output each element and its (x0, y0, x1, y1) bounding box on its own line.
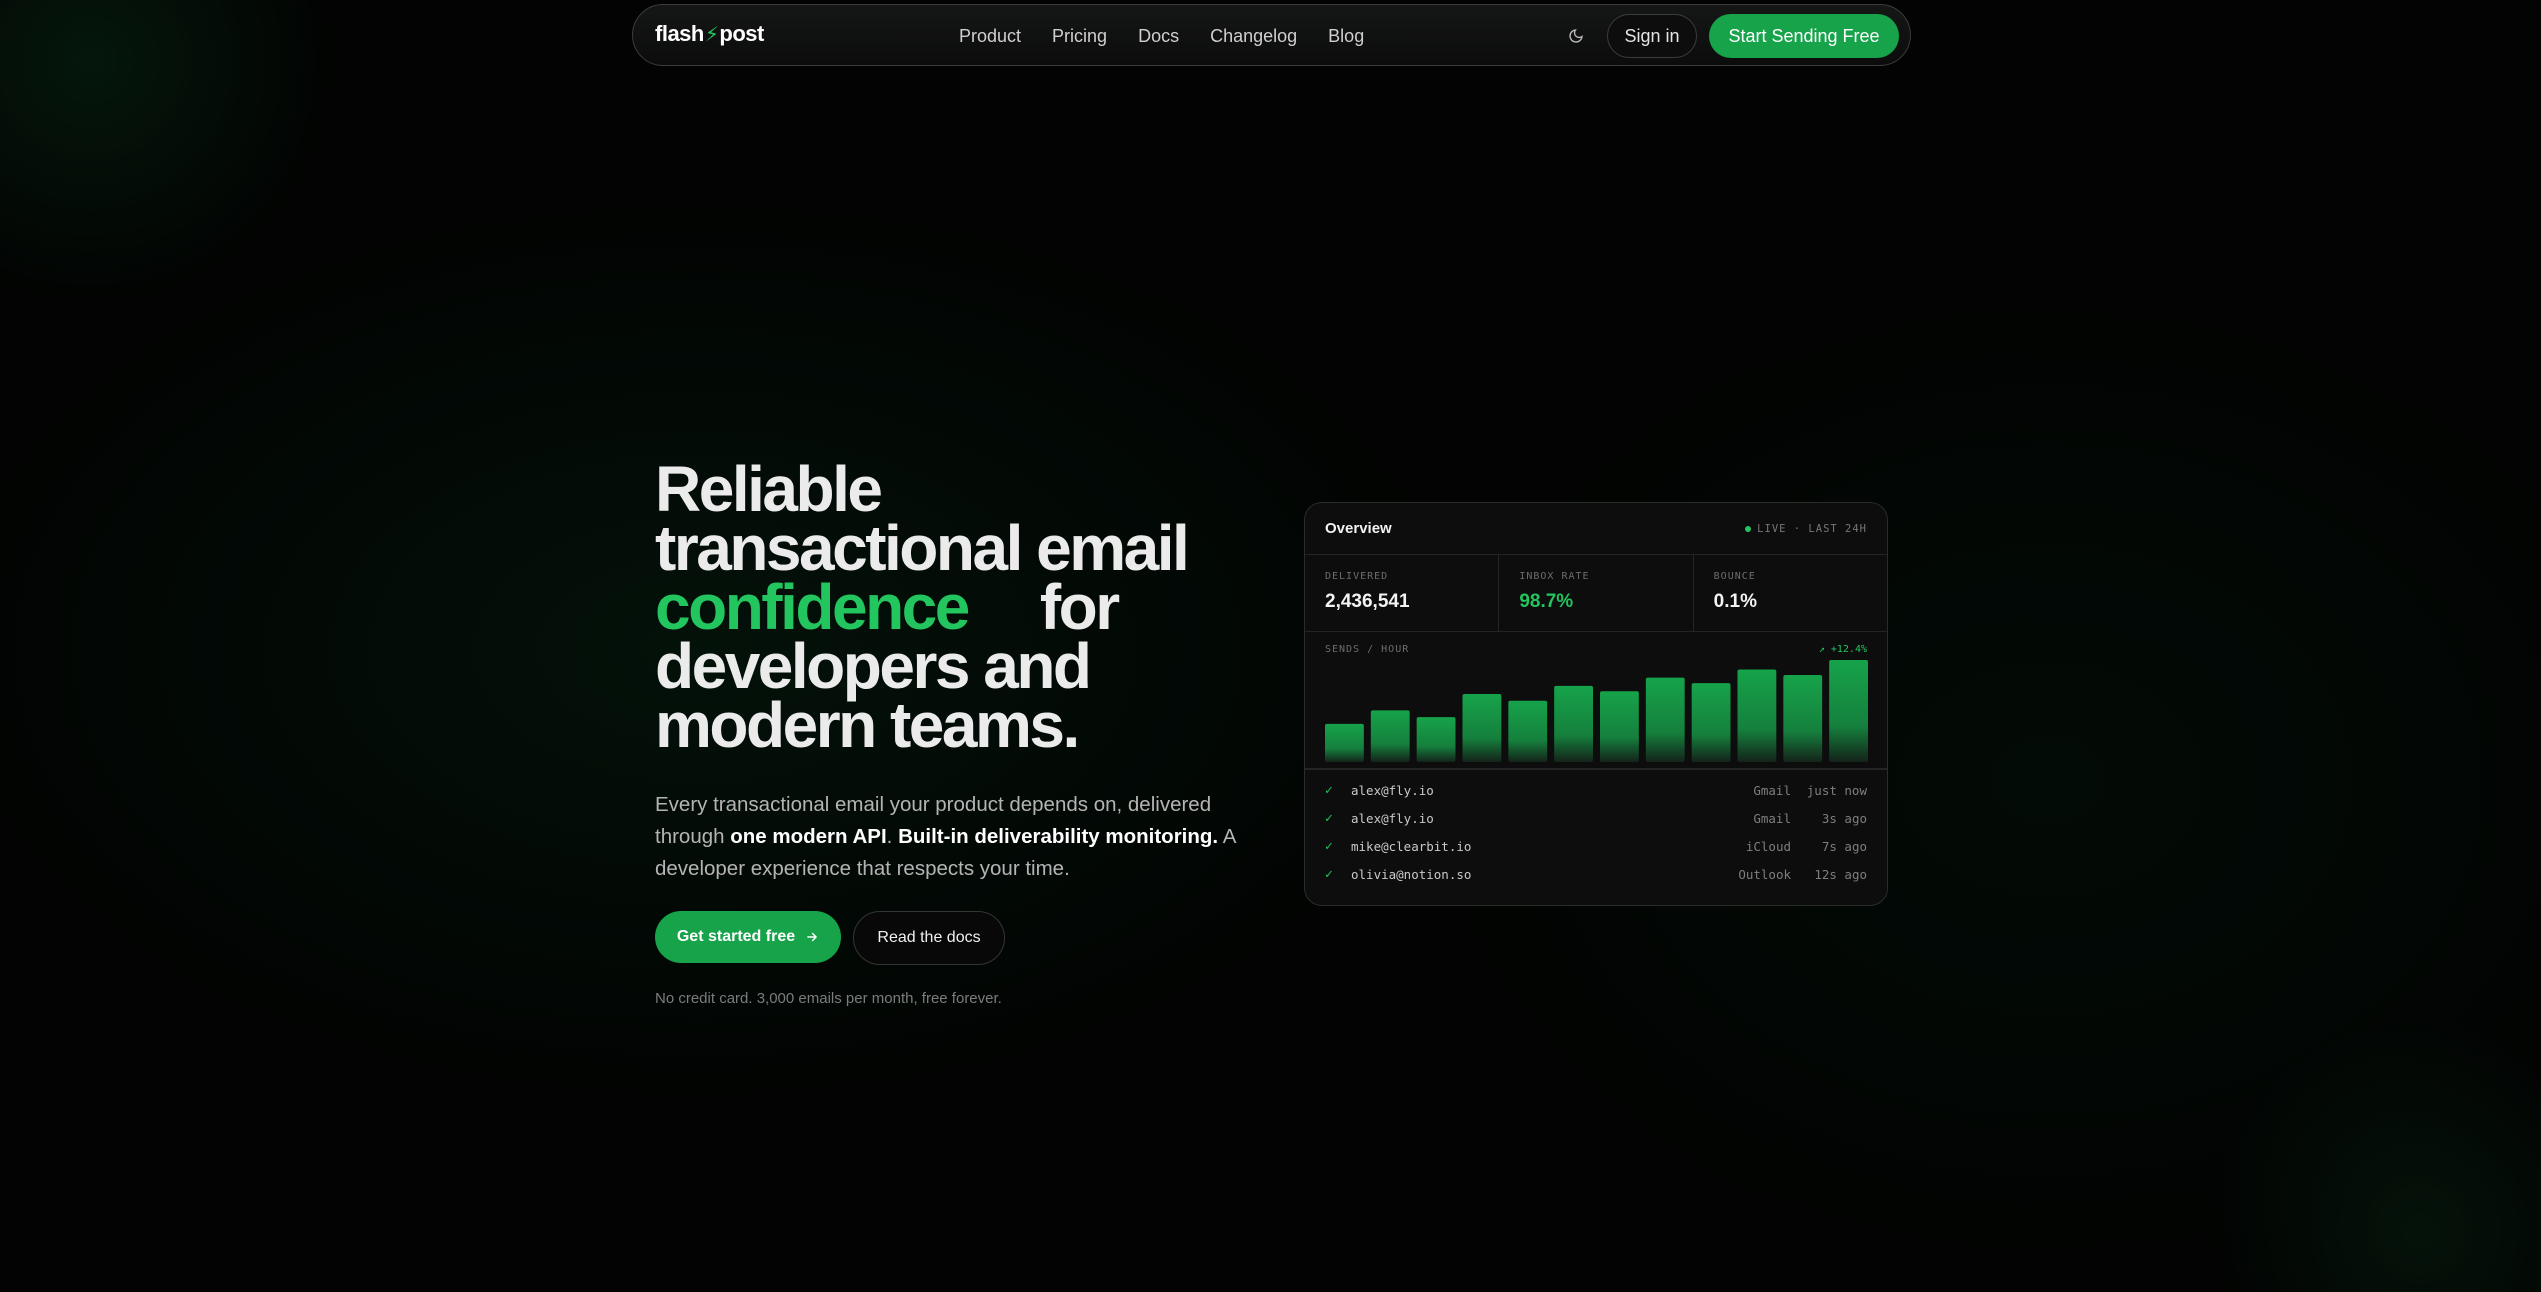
arrow-right-icon (807, 932, 817, 942)
event-client: Gmail (1753, 810, 1791, 826)
chart-bar (1783, 674, 1823, 762)
sends-bar-chart (1325, 660, 1868, 762)
chart-bar (1737, 669, 1777, 762)
hero-subtitle-part: . (886, 825, 899, 848)
moon-icon[interactable] (1565, 25, 1587, 47)
chart-bar (1462, 694, 1502, 762)
divider (1305, 768, 1887, 770)
check-icon: ✓ (1325, 810, 1333, 826)
stat-inbox-rate: INBOX RATE 98.7% (1499, 555, 1694, 631)
start-sending-free-button[interactable]: Start Sending Free (1709, 14, 1899, 58)
check-icon: ✓ (1325, 866, 1333, 882)
event-client: iCloud (1745, 838, 1791, 854)
stat-delivered: DELIVERED 2,436,541 (1305, 555, 1500, 631)
read-the-docs-button[interactable]: Read the docs (853, 911, 1005, 965)
live-dot-icon (1745, 525, 1752, 532)
chart-bar (1554, 685, 1593, 762)
chart-header: SENDS / HOUR ↗ +12.4% (1325, 644, 1867, 655)
event-address: olivia@notion.so (1351, 866, 1472, 882)
event-address: alex@fly.io (1351, 782, 1434, 798)
chart-bar (1600, 691, 1639, 762)
list-item[interactable]: ✓ alex@fly.io Gmail just now (1305, 776, 1887, 804)
list-item[interactable]: ✓ alex@fly.io Gmail 3s ago (1305, 804, 1887, 832)
chart-label: SENDS / HOUR (1325, 644, 1410, 655)
nav-link-product[interactable]: Product (959, 26, 1021, 47)
logo-text-right: post (719, 21, 764, 46)
event-client: Gmail (1753, 782, 1791, 798)
chart-bar (1370, 710, 1410, 762)
stat-label: BOUNCE (1713, 571, 1756, 582)
bolt-icon: ⚡ (704, 23, 719, 46)
check-icon: ✓ (1325, 838, 1333, 854)
hero-subtitle: Every transactional email your product d… (655, 789, 1255, 885)
nav-link-docs[interactable]: Docs (1138, 26, 1179, 47)
chart-bar (1645, 677, 1685, 762)
get-started-label: Get started free (676, 928, 796, 945)
stat-value: 0.1% (1713, 591, 1757, 612)
stat-label: DELIVERED (1325, 571, 1389, 582)
background-glow (0, 0, 2541, 1292)
live-badge: LIVE · LAST 24H (1745, 523, 1867, 535)
chart-bar (1325, 723, 1364, 762)
trend-badge: ↗ +12.4% (1818, 644, 1867, 655)
event-time: 3s ago (1821, 810, 1867, 826)
event-client: Outlook (1738, 866, 1791, 882)
stats-row: DELIVERED 2,436,541 INBOX RATE 98.7% BOU… (1305, 555, 1887, 632)
hero-title-line-5: modern teams. (655, 689, 1080, 761)
hero-title: Reliable transactional email confidence f… (655, 457, 1255, 757)
live-text: LIVE · LAST 24H (1757, 522, 1867, 535)
event-time: 7s ago (1821, 838, 1867, 854)
chart-bar (1508, 700, 1548, 762)
overview-card: Overview LIVE · LAST 24H DELIVERED 2,436… (1304, 502, 1888, 906)
chart-bar (1416, 717, 1456, 762)
nav-link-blog[interactable]: Blog (1328, 26, 1364, 47)
logo[interactable]: flash ⚡ post (655, 21, 764, 47)
top-nav: flash ⚡ post Product Pricing Docs Change… (632, 4, 1911, 66)
chart-bar (1691, 683, 1731, 762)
fineprint: No credit card. 3,000 emails per month, … (655, 990, 1002, 1007)
check-icon: ✓ (1325, 782, 1333, 798)
chart-area: SENDS / HOUR ↗ +12.4% ✓ alex@fly.io Gmai… (1305, 632, 1887, 882)
event-address: alex@fly.io (1351, 810, 1434, 826)
event-list: ✓ alex@fly.io Gmail just now ✓ alex@fly.… (1305, 776, 1887, 888)
nav-links: Product Pricing Docs Changelog Blog (959, 5, 1364, 67)
list-item[interactable]: ✓ mike@clearbit.io iCloud 7s ago (1305, 832, 1887, 860)
event-time: just now (1806, 782, 1867, 798)
logo-text-left: flash (655, 21, 704, 46)
stat-value: 2,436,541 (1325, 591, 1410, 612)
card-title: Overview (1325, 520, 1392, 537)
get-started-free-button[interactable]: Get started free (655, 911, 841, 963)
sign-in-button[interactable]: Sign in (1607, 14, 1697, 58)
chart-bar (1829, 660, 1868, 762)
hero-subtitle-bold: Built-in deliverability monitoring. (898, 825, 1219, 848)
event-time: 12s ago (1814, 866, 1867, 882)
stat-bounce: BOUNCE 0.1% (1694, 555, 1887, 631)
hero-subtitle-bold: one modern API (730, 825, 887, 848)
list-item[interactable]: ✓ olivia@notion.so Outlook 12s ago (1305, 860, 1887, 888)
stat-value: 98.7% (1519, 591, 1574, 612)
nav-link-pricing[interactable]: Pricing (1052, 26, 1107, 47)
nav-link-changelog[interactable]: Changelog (1210, 26, 1297, 47)
event-address: mike@clearbit.io (1351, 838, 1472, 854)
stat-label: INBOX RATE (1519, 571, 1590, 582)
card-header: Overview LIVE · LAST 24H (1305, 503, 1887, 555)
